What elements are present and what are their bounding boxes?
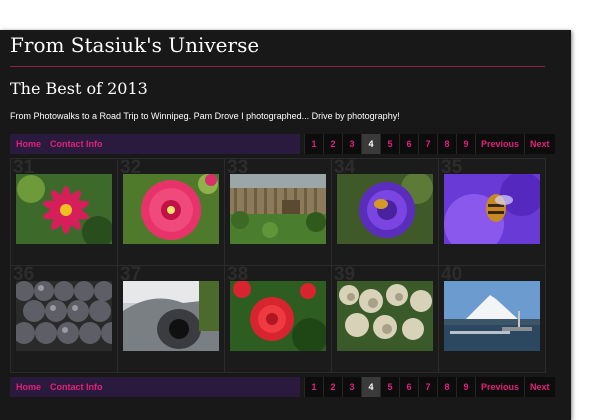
thumbnail-image-pink-daisy[interactable] (16, 174, 112, 244)
page-7-button[interactable]: 7 (418, 134, 437, 154)
thumbnail-cell[interactable]: 32 (118, 157, 225, 266)
pagination: 1 2 3 4 5 6 7 8 9 Previous Next (304, 377, 555, 397)
nav-links: Home Contact Info (10, 377, 300, 397)
thumbnail-image-mountain-harbour[interactable] (444, 281, 540, 351)
thumbnail-image-spheres[interactable] (16, 281, 112, 351)
page-5-button[interactable]: 5 (380, 134, 399, 154)
thumbnail-cell[interactable]: 31 (11, 157, 118, 266)
thumbnail-image-thistle[interactable] (337, 174, 433, 244)
gallery-description: From Photowalks to a Road Trip to Winnip… (10, 111, 400, 121)
page-1-button[interactable]: 1 (304, 134, 323, 154)
page-9-button[interactable]: 9 (456, 134, 475, 154)
nav-contact-link[interactable]: Contact Info (50, 134, 103, 154)
nav-links: Home Contact Info (10, 134, 300, 154)
thumbnail-grid: 31 32 33 34 35 36 37 38 39 40 (10, 157, 546, 373)
nav-home-link[interactable]: Home (16, 134, 41, 154)
thumbnail-image-bee-thistle[interactable] (444, 174, 540, 244)
previous-page-button[interactable]: Previous (475, 134, 525, 154)
thumbnail-image-garden[interactable] (230, 174, 326, 244)
page-8-button[interactable]: 8 (437, 377, 456, 397)
site-title[interactable]: From Stasiuk's Universe (10, 32, 259, 58)
thumbnail-cell[interactable]: 36 (11, 264, 118, 373)
thumbnail-cell[interactable]: 39 (332, 264, 439, 373)
page-4-button-current[interactable]: 4 (361, 377, 380, 397)
next-page-button[interactable]: Next (524, 377, 555, 397)
thumbnail-image-sedum[interactable] (337, 281, 433, 351)
gallery-title: The Best of 2013 (10, 79, 148, 98)
page-6-button[interactable]: 6 (399, 377, 418, 397)
thumbnail-image-hollyhock[interactable] (123, 174, 219, 244)
top-navbar: Home Contact Info 1 2 3 4 5 6 7 8 9 Prev… (10, 134, 555, 154)
thumbnail-image-roses[interactable] (230, 281, 326, 351)
thumbnail-cell[interactable]: 40 (439, 264, 546, 373)
browser-page: From Stasiuk's Universe The Best of 2013… (0, 30, 571, 420)
thumbnail-cell[interactable]: 37 (118, 264, 225, 373)
previous-page-button[interactable]: Previous (475, 377, 525, 397)
page-3-button[interactable]: 3 (342, 134, 361, 154)
page-7-button[interactable]: 7 (418, 377, 437, 397)
page-2-button[interactable]: 2 (323, 134, 342, 154)
page-5-button[interactable]: 5 (380, 377, 399, 397)
thumbnail-cell[interactable]: 33 (225, 157, 332, 266)
page-3-button[interactable]: 3 (342, 377, 361, 397)
page-1-button[interactable]: 1 (304, 377, 323, 397)
page-4-button-current[interactable]: 4 (361, 134, 380, 154)
thumbnail-cell[interactable]: 34 (332, 157, 439, 266)
pagination: 1 2 3 4 5 6 7 8 9 Previous Next (304, 134, 555, 154)
page-8-button[interactable]: 8 (437, 134, 456, 154)
title-divider (10, 66, 545, 67)
next-page-button[interactable]: Next (524, 134, 555, 154)
bottom-navbar: Home Contact Info 1 2 3 4 5 6 7 8 9 Prev… (10, 377, 555, 397)
page-6-button[interactable]: 6 (399, 134, 418, 154)
thumbnail-cell[interactable]: 35 (439, 157, 546, 266)
page-9-button[interactable]: 9 (456, 377, 475, 397)
page-2-button[interactable]: 2 (323, 377, 342, 397)
nav-home-link[interactable]: Home (16, 377, 41, 397)
thumbnail-cell[interactable]: 38 (225, 264, 332, 373)
nav-contact-link[interactable]: Contact Info (50, 377, 103, 397)
thumbnail-image-car-mirror[interactable] (123, 281, 219, 351)
